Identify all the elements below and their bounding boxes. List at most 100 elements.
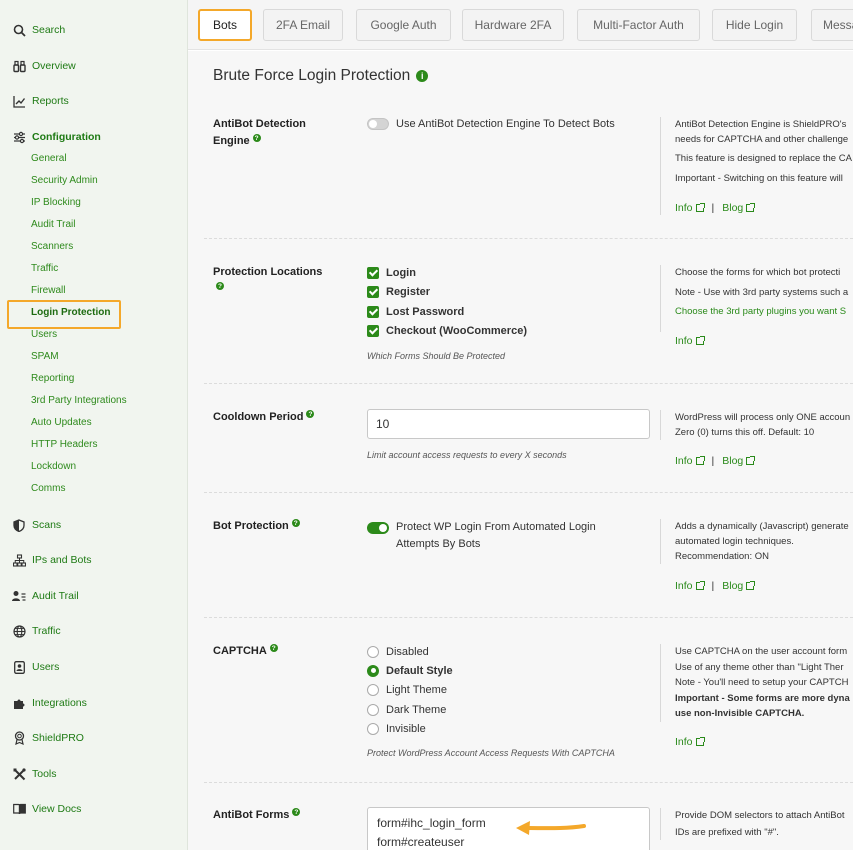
link-separator: | (711, 202, 715, 214)
link-separator: | (711, 455, 715, 467)
nav-overview[interactable]: Overview (12, 57, 76, 75)
desc-line: Use of any theme other than "Light Ther (675, 661, 844, 673)
search-icon (12, 23, 26, 37)
radio-button[interactable] (367, 703, 379, 716)
antibot-toggle-row[interactable]: Use AntiBot Detection Engine To Detect B… (367, 118, 615, 130)
config-item-general[interactable]: General (31, 152, 67, 166)
radio-button-selected[interactable] (367, 664, 379, 677)
antibot-forms-label-text: AntiBot Forms (213, 809, 290, 821)
blog-link[interactable]: Blog (722, 202, 743, 214)
nav-label: View Docs (32, 803, 82, 815)
nav-audit-trail[interactable]: Audit Trail (12, 587, 79, 605)
radio-invisible[interactable]: Invisible (367, 719, 453, 738)
radio-button[interactable] (367, 645, 379, 658)
tab-hardware-2fa[interactable]: Hardware 2FA (462, 9, 564, 41)
config-item-login-protection[interactable]: Login Protection (31, 306, 110, 320)
config-item-comms[interactable]: Comms (31, 482, 65, 496)
tab-messages[interactable]: Messa (811, 9, 853, 41)
nav-search[interactable]: Search (12, 21, 65, 39)
bot-protection-toggle[interactable] (367, 521, 389, 534)
nav-tools[interactable]: Tools (12, 765, 57, 783)
help-icon[interactable]: ? (292, 808, 301, 816)
config-item-firewall[interactable]: Firewall (31, 284, 65, 298)
antibot-label: AntiBot Detection Engine? (213, 116, 333, 150)
bot-protection-toggle-label: Protect WP Login From Automated Login (396, 521, 596, 533)
antibot-forms-description: Provide DOM selectors to attach AntiBot … (660, 808, 853, 840)
nav-label: IPs and Bots (32, 554, 92, 566)
config-item-http-headers[interactable]: HTTP Headers (31, 438, 98, 452)
info-link[interactable]: Info (675, 736, 693, 748)
tab-hide-login[interactable]: Hide Login (712, 9, 797, 41)
config-item-3rd-party-integrations[interactable]: 3rd Party Integrations (31, 394, 127, 408)
checkbox-checked[interactable] (367, 305, 379, 318)
radio-light-theme[interactable]: Light Theme (367, 681, 453, 700)
config-item-traffic[interactable]: Traffic (31, 262, 58, 276)
info-link[interactable]: Info (675, 335, 693, 347)
config-item-lockdown[interactable]: Lockdown (31, 460, 76, 474)
info-icon[interactable]: i (416, 70, 429, 82)
external-link-icon (695, 456, 705, 465)
external-link-icon (695, 203, 705, 212)
help-icon[interactable]: ? (306, 410, 315, 418)
checkbox-lost-password[interactable]: Lost Password (367, 302, 527, 322)
config-item-auto-updates[interactable]: Auto Updates (31, 416, 92, 430)
config-item-security-admin[interactable]: Security Admin (31, 174, 98, 188)
nav-view-docs[interactable]: View Docs (12, 800, 81, 818)
nav-users[interactable]: Users (12, 658, 59, 676)
info-link[interactable]: Info (675, 202, 693, 214)
nav-label: Tools (32, 768, 57, 780)
antibot-toggle[interactable] (367, 118, 389, 130)
tab-2fa-email[interactable]: 2FA Email (263, 9, 343, 41)
checkbox-checked[interactable] (367, 286, 379, 299)
checkbox-login[interactable]: Login (367, 263, 527, 283)
nav-traffic[interactable]: Traffic (12, 622, 61, 640)
cooldown-input[interactable]: 10 (367, 409, 650, 439)
page-title: Brute Force Login Protection i (213, 67, 429, 85)
nav-ips-and-bots[interactable]: IPs and Bots (12, 551, 92, 569)
cooldown-label-text: Cooldown Period (213, 411, 304, 423)
nav-reports[interactable]: Reports (12, 92, 69, 110)
radio-button[interactable] (367, 684, 379, 697)
config-item-scanners[interactable]: Scanners (31, 240, 73, 254)
radio-disabled[interactable]: Disabled (367, 642, 453, 661)
info-link[interactable]: Info (675, 455, 693, 467)
blog-link[interactable]: Blog (722, 580, 743, 592)
nav-configuration[interactable]: Configuration (12, 128, 101, 146)
bot-protection-toggle-row[interactable]: Protect WP Login From Automated Login At… (367, 519, 596, 553)
blog-link[interactable]: Blog (722, 455, 743, 467)
checkbox-register[interactable]: Register (367, 283, 527, 303)
checkbox-checkout[interactable]: Checkout (WooCommerce) (367, 322, 527, 342)
config-item-reporting[interactable]: Reporting (31, 372, 74, 386)
bot-protection-label-text: Bot Protection (213, 520, 289, 532)
config-item-ip-blocking[interactable]: IP Blocking (31, 196, 81, 210)
third-party-plugins-link[interactable]: Choose the 3rd party plugins you want S (675, 304, 853, 319)
desc-line: Zero (0) turns this off. Default: 10 (675, 427, 815, 438)
help-icon[interactable]: ? (252, 134, 261, 142)
nav-integrations[interactable]: Integrations (12, 694, 87, 712)
checkbox-checked[interactable] (367, 325, 379, 338)
config-item-spam[interactable]: SPAM (31, 350, 59, 364)
bot-protection-links: Info | Blog (675, 580, 756, 592)
help-icon[interactable]: ? (269, 644, 278, 652)
nav-scans[interactable]: Scans (12, 516, 61, 534)
antibot-forms-textarea[interactable]: form#ihc_login_form form#createuser (367, 807, 650, 850)
help-icon[interactable]: ? (216, 282, 224, 290)
radio-dark-theme[interactable]: Dark Theme (367, 700, 453, 719)
textarea-line: form#createuser (377, 835, 465, 849)
tab-bots[interactable]: Bots (198, 9, 252, 41)
checkbox-checked[interactable] (367, 266, 379, 279)
nav-label: Integrations (32, 697, 87, 709)
desc-line: Important - Some forms are more dyna (675, 692, 850, 704)
person-lines-icon (12, 589, 26, 603)
config-item-users[interactable]: Users (31, 328, 57, 342)
help-icon[interactable]: ? (291, 519, 300, 527)
desc-line: Provide DOM selectors to attach AntiBot (675, 810, 845, 821)
tab-google-auth[interactable]: Google Auth (356, 9, 451, 41)
config-item-audit-trail[interactable]: Audit Trail (31, 218, 75, 232)
radio-default-style[interactable]: Default Style (367, 661, 453, 680)
tab-multi-factor-auth[interactable]: Multi-Factor Auth (577, 9, 700, 41)
radio-button[interactable] (367, 722, 379, 735)
nav-shieldpro[interactable]: ShieldPRO (12, 729, 84, 747)
info-link[interactable]: Info (675, 580, 693, 592)
nav-label: Configuration (32, 131, 101, 143)
